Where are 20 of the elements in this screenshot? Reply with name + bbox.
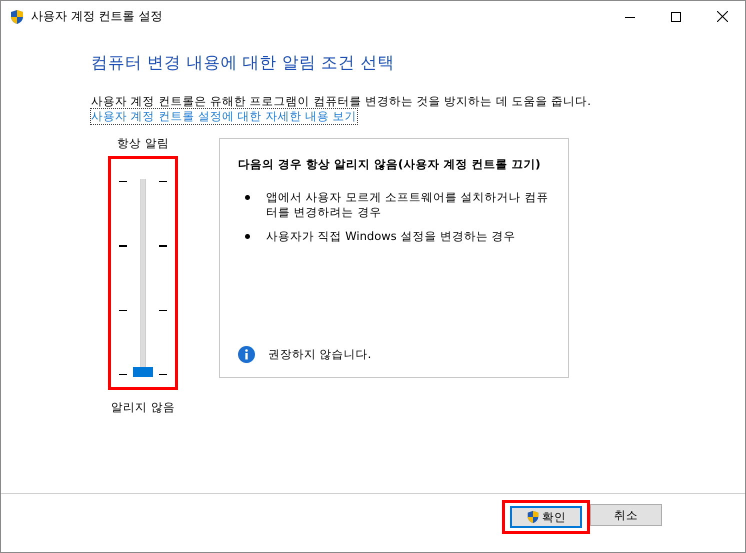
page-heading: 컴퓨터 변경 내용에 대한 알림 조건 선택 (91, 52, 396, 74)
slider-bottom-label: 알리지 않음 (111, 400, 175, 415)
note-text: 권장하지 않습니다. (268, 347, 372, 362)
info-icon (238, 346, 255, 363)
ok-button[interactable]: 확인 (510, 506, 582, 528)
cancel-button[interactable]: 취소 (590, 504, 662, 526)
shield-icon (526, 510, 540, 524)
slider-top-label: 항상 알림 (117, 136, 169, 151)
panel-title: 다음의 경우 항상 알리지 않음(사용자 계정 컨트롤 끄기) (238, 157, 542, 172)
maximize-icon (671, 12, 681, 22)
bullet-icon (245, 195, 250, 200)
help-link[interactable]: 사용자 계정 컨트롤 설정에 대한 자세한 내용 보기 (91, 109, 357, 124)
bullet-text: 사용자가 직접 Windows 설정을 변경하는 경우 (266, 229, 516, 244)
shield-icon (9, 8, 25, 24)
bullet-text: 앱에서 사용자 모르게 소프트웨어를 설치하거나 컴퓨터를 변경하려는 경우 (266, 190, 550, 220)
description-text: 사용자 계정 컨트롤은 유해한 프로그램이 컴퓨터를 변경하는 것을 방지하는 데 도움을 줍니다. (91, 94, 592, 109)
close-icon (716, 11, 728, 22)
window-title: 사용자 계정 컨트롤 설정 (31, 8, 164, 25)
bullet-icon (245, 234, 250, 239)
slider-thumb[interactable] (133, 367, 153, 377)
